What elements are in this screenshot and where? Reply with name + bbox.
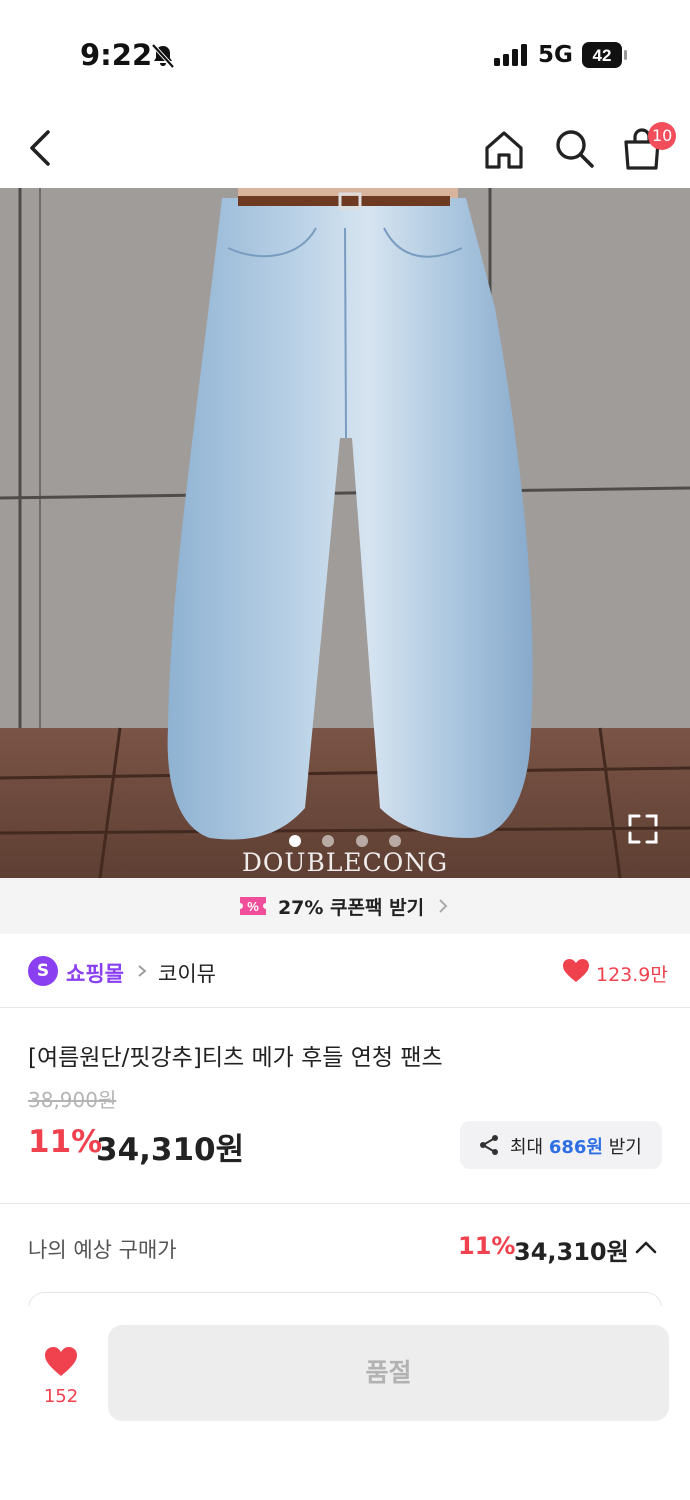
share-icon (480, 1135, 498, 1155)
battery-icon: 42 (582, 42, 627, 68)
store-like-count: 123.9만 (596, 964, 668, 986)
seller-row: S 쇼핑몰 코이뮤 123.9만 (0, 934, 690, 1008)
status-time: 9:22 (80, 38, 153, 72)
search-icon[interactable] (552, 126, 596, 170)
store-heart-icon[interactable] (562, 958, 590, 984)
product-title: [여름원단/핏강추]티츠 메가 후들 연청 팬츠 (28, 1045, 443, 1071)
gallery-dot[interactable] (322, 835, 335, 847)
app-header: 10 (0, 110, 690, 188)
expected-price-label: 나의 예상 구매가 (28, 1238, 177, 1262)
store-name-link[interactable]: 코이뮤 (158, 958, 216, 988)
original-price: 38,900원 (28, 1088, 117, 1112)
status-bar: 9:22 5G 42 (0, 0, 690, 110)
product-photo (0, 188, 690, 878)
brand-watermark: DOUBLECONG (241, 848, 449, 877)
section-divider (0, 1203, 690, 1204)
mall-category-link[interactable]: 쇼핑몰 (66, 958, 124, 988)
share-reward-button[interactable]: 최대 686원 받기 (460, 1121, 662, 1169)
coupon-banner[interactable]: % 27% 쿠폰팩 받기 (0, 878, 690, 934)
bell-muted-icon (151, 43, 175, 69)
shopping-mall-badge-icon: S (28, 956, 58, 986)
expected-price: 34,310원 (514, 1238, 629, 1266)
bottom-action-bar: 152 품절 (0, 1306, 690, 1500)
wishlist-count: 152 (43, 1386, 79, 1407)
gallery-dot[interactable] (355, 835, 368, 847)
sale-price: 34,310원 (96, 1132, 245, 1168)
cart-count-badge: 10 (648, 122, 677, 150)
chevron-right-icon (138, 965, 147, 977)
sold-out-button[interactable]: 품절 (108, 1325, 669, 1421)
home-icon[interactable] (482, 128, 526, 172)
wishlist-heart-icon[interactable] (44, 1346, 78, 1378)
share-reward-amount: 686원 (548, 1137, 603, 1158)
coupon-icon: % (239, 897, 266, 915)
svg-text:42: 42 (593, 46, 612, 65)
expected-discount: 11% (458, 1232, 516, 1260)
signal-icon (494, 44, 527, 66)
product-image[interactable] (0, 188, 690, 878)
chevron-up-icon[interactable] (634, 1238, 658, 1256)
svg-text:%: % (247, 899, 259, 914)
gallery-dot[interactable] (388, 835, 401, 847)
discount-rate: 11% (28, 1124, 103, 1160)
network-type: 5G (538, 42, 573, 68)
coupon-label: 27% 쿠폰팩 받기 (277, 896, 425, 919)
gallery-dot[interactable] (289, 835, 302, 847)
share-reward-label: 최대 686원 받기 (510, 1137, 642, 1158)
expand-icon[interactable] (626, 812, 660, 846)
back-arrow-icon[interactable] (22, 126, 62, 170)
chevron-right-icon (439, 899, 448, 913)
